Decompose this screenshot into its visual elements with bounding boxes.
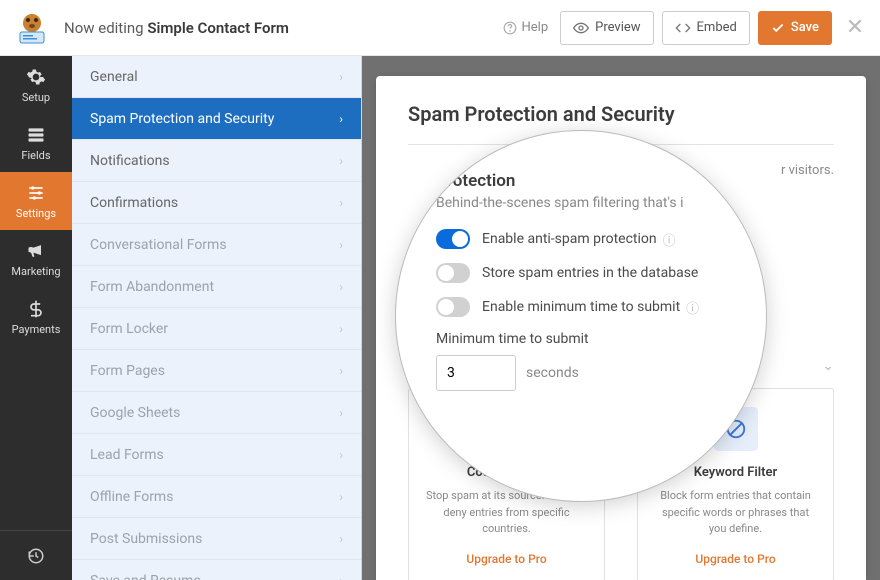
chevron-right-icon: › — [339, 112, 343, 126]
upgrade-link[interactable]: Upgrade to Pro — [466, 552, 546, 566]
menu-item[interactable]: Form Locker › — [72, 308, 361, 350]
sliders-icon — [26, 183, 46, 203]
nav-label: Setup — [22, 91, 50, 104]
menu-label: Form Pages — [90, 363, 165, 379]
dollar-icon — [26, 299, 46, 319]
app-logo — [14, 10, 50, 46]
chevron-right-icon: › — [339, 448, 343, 462]
menu-label: Save and Resume — [90, 573, 201, 580]
chevron-down-icon[interactable]: ⌄ — [822, 358, 834, 374]
toggle-label: Enable minimum time to submit — [482, 299, 680, 315]
menu-label: Post Submissions — [90, 531, 202, 547]
mintime-input[interactable] — [436, 355, 516, 391]
editing-label: Now editing Simple Contact Form — [64, 19, 289, 37]
toggle-label: Store spam entries in the database — [482, 265, 698, 281]
nav-fields[interactable]: Fields — [0, 114, 72, 172]
menu-item[interactable]: Form Abandonment › — [72, 266, 361, 308]
nav-label: Settings — [16, 207, 56, 220]
menu-label: Form Abandonment — [90, 279, 214, 295]
menu-label: Form Locker — [90, 321, 168, 337]
chevron-right-icon: › — [339, 490, 343, 504]
menu-item[interactable]: General › — [72, 56, 361, 98]
menu-label: Lead Forms — [90, 447, 164, 463]
preview-button[interactable]: Preview — [560, 11, 653, 45]
chevron-right-icon: › — [339, 70, 343, 84]
menu-label: General — [90, 69, 138, 85]
menu-item[interactable]: Post Submissions › — [72, 518, 361, 560]
history-icon — [27, 547, 45, 565]
chevron-right-icon: › — [339, 154, 343, 168]
menu-item[interactable]: Confirmations › — [72, 182, 361, 224]
panel-title: Spam Protection and Security — [408, 102, 834, 126]
nav-settings[interactable]: Settings — [0, 172, 72, 230]
menu-item[interactable]: Conversational Forms › — [72, 224, 361, 266]
mintime-unit: seconds — [526, 365, 579, 381]
antispam-row: Enable anti-spam protection ⓘ — [436, 229, 726, 249]
chevron-right-icon: › — [339, 574, 343, 580]
intro-text: r visitors. — [781, 163, 834, 178]
menu-label: Confirmations — [90, 195, 178, 211]
chevron-right-icon: › — [339, 406, 343, 420]
nav-history[interactable] — [0, 530, 72, 580]
store-toggle[interactable] — [436, 263, 470, 283]
toggle-label: Enable anti-spam protection — [482, 231, 657, 247]
nav-marketing[interactable]: Marketing — [0, 230, 72, 288]
save-button[interactable]: Save — [758, 11, 832, 45]
antispam-toggle[interactable] — [436, 229, 470, 249]
chevron-right-icon: › — [339, 238, 343, 252]
nav-label: Marketing — [11, 265, 60, 278]
eye-icon — [573, 20, 589, 36]
mintime-toggle[interactable] — [436, 297, 470, 317]
menu-label: Conversational Forms — [90, 237, 227, 253]
megaphone-icon — [26, 241, 46, 261]
menu-item[interactable]: Offline Forms › — [72, 476, 361, 518]
menu-label: Spam Protection and Security — [90, 111, 274, 127]
menu-label: Google Sheets — [90, 405, 180, 421]
nav-label: Fields — [21, 149, 50, 162]
menu-item[interactable]: Save and Resume › — [72, 560, 361, 580]
fields-icon — [26, 125, 46, 145]
menu-item[interactable]: Spam Protection and Security › — [72, 98, 361, 140]
left-nav: Setup Fields Settings Marketing Payments — [0, 56, 72, 580]
close-icon[interactable]: ✕ — [844, 15, 866, 40]
help-icon[interactable]: ⓘ — [663, 230, 676, 249]
nav-setup[interactable]: Setup — [0, 56, 72, 114]
help-link[interactable]: Help — [503, 20, 548, 35]
embed-icon — [675, 20, 691, 36]
gear-icon — [26, 67, 46, 87]
menu-item[interactable]: Notifications › — [72, 140, 361, 182]
chevron-right-icon: › — [339, 364, 343, 378]
menu-label: Offline Forms — [90, 489, 173, 505]
embed-label: Embed — [697, 20, 737, 35]
mintime-field-label: Minimum time to submit — [436, 331, 726, 347]
form-name: Simple Contact Form — [147, 19, 289, 37]
protection-subheading: Behind-the-scenes spam filtering that's … — [436, 195, 726, 211]
chevron-right-icon: › — [339, 322, 343, 336]
help-icon[interactable]: ⓘ — [686, 298, 699, 317]
menu-item[interactable]: Google Sheets › — [72, 392, 361, 434]
mintime-row: Enable minimum time to submit ⓘ — [436, 297, 726, 317]
settings-menu: General›Spam Protection and Security›Not… — [72, 56, 362, 580]
mintime-field-row: seconds — [436, 355, 726, 391]
check-icon — [771, 21, 785, 35]
chevron-right-icon: › — [339, 196, 343, 210]
menu-label: Notifications — [90, 153, 170, 169]
protection-heading: Protection — [436, 171, 726, 191]
chevron-right-icon: › — [339, 532, 343, 546]
embed-button[interactable]: Embed — [662, 11, 750, 45]
chevron-right-icon: › — [339, 280, 343, 294]
preview-label: Preview — [595, 20, 640, 35]
card-desc: Block form entries that contain specific… — [652, 488, 819, 538]
nav-payments[interactable]: Payments — [0, 288, 72, 346]
upgrade-link[interactable]: Upgrade to Pro — [695, 552, 775, 566]
magnifier-lens: Protection Behind-the-scenes spam filter… — [395, 130, 767, 502]
help-label: Help — [521, 20, 548, 35]
save-label: Save — [791, 20, 819, 35]
editing-prefix: Now editing — [64, 19, 144, 37]
topbar: Now editing Simple Contact Form Help Pre… — [0, 0, 880, 56]
menu-item[interactable]: Form Pages › — [72, 350, 361, 392]
store-row: Store spam entries in the database — [436, 263, 726, 283]
menu-item[interactable]: Lead Forms › — [72, 434, 361, 476]
nav-label: Payments — [12, 323, 61, 336]
